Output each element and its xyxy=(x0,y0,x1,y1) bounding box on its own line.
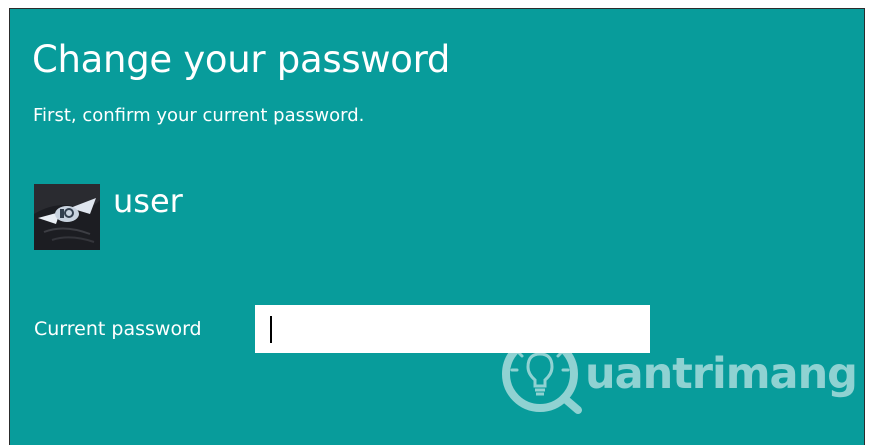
avatar xyxy=(34,184,100,250)
user-avatar-photo-icon xyxy=(34,184,100,250)
watermark-text: uantrimang xyxy=(585,349,858,399)
current-password-label: Current password xyxy=(34,318,202,340)
window-frame: Change your password First, confirm your… xyxy=(0,0,870,445)
page-title: Change your password xyxy=(32,38,451,81)
account-username: user xyxy=(113,182,183,220)
lightbulb-icon xyxy=(502,336,582,414)
page-subtitle: First, confirm your current password. xyxy=(33,105,365,126)
change-password-panel: Change your password First, confirm your… xyxy=(9,8,865,445)
text-caret xyxy=(270,316,272,343)
